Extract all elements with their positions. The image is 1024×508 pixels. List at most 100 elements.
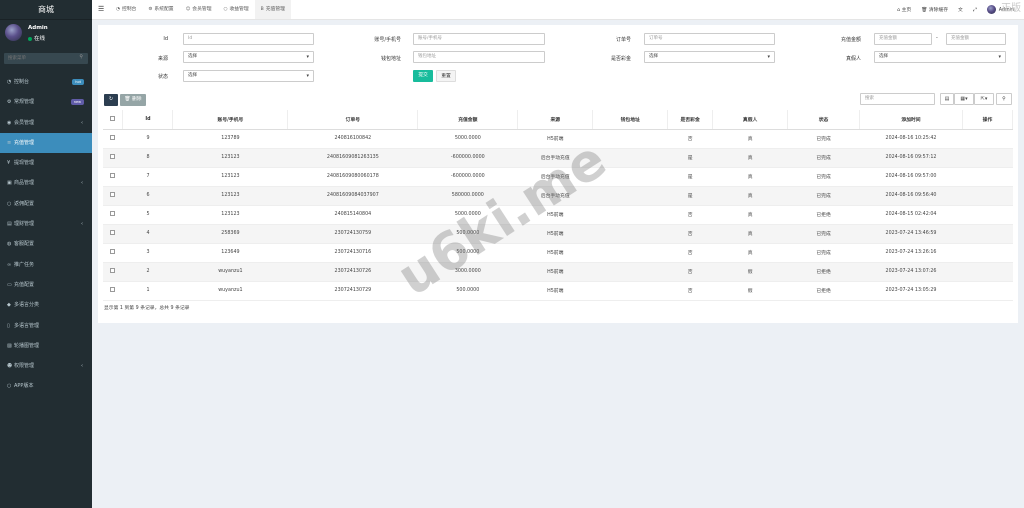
- filter-real-select[interactable]: 选择: [874, 51, 1006, 63]
- filter-id-label: Id: [163, 36, 168, 42]
- table-cell: 真: [712, 186, 788, 206]
- column-header[interactable]: Id: [122, 110, 174, 130]
- user-status-label: 在线: [34, 36, 46, 42]
- brand-title[interactable]: 商城: [0, 0, 92, 20]
- sidebar-item[interactable]: ◍ 客服配置: [0, 234, 92, 254]
- sidebar-item-label: 多语言管理: [14, 322, 40, 329]
- row-checkbox[interactable]: [110, 192, 116, 197]
- filter-source-select[interactable]: 选择: [183, 51, 314, 63]
- search-icon[interactable]: ⚲: [79, 54, 83, 60]
- filter-order-label: 订单号: [615, 37, 631, 43]
- amount-range-separator: -: [936, 35, 938, 41]
- sidebar-item[interactable]: ▭ 充值配置: [0, 275, 92, 295]
- column-header[interactable]: 账号/手机号: [172, 110, 289, 130]
- refresh-icon: ↻: [108, 97, 114, 102]
- menu-toggle-icon[interactable]: ☰: [98, 0, 104, 19]
- table-cell: 5000.0000: [417, 129, 518, 149]
- sidebar-item[interactable]: ◆ 多语言分类: [0, 295, 92, 315]
- select-all-checkbox[interactable]: [110, 115, 116, 121]
- table-cell: [962, 281, 1013, 301]
- toggle-view-icon[interactable]: ▤: [940, 93, 954, 105]
- column-header[interactable]: 订单号: [287, 110, 419, 130]
- sidebar-item[interactable]: ¥ 提现管理: [0, 153, 92, 173]
- table-cell: 真: [712, 129, 788, 149]
- top-navbar: ☰ ◔ 控制台 ⚙ 系统配置 ☺ 会员管理 ○ 收益管理 B 充值管理 ⌂ 主页 🗑 清除缓存 文…: [92, 0, 1024, 20]
- table-cell: 3: [122, 243, 173, 263]
- nav-tab[interactable]: B 充值管理: [254, 0, 291, 19]
- row-checkbox[interactable]: [110, 211, 116, 216]
- filter-amount-min-input[interactable]: 充值金额: [874, 33, 932, 45]
- link-icon: ∞: [7, 261, 12, 268]
- table-cell: 240816100842: [287, 129, 418, 149]
- column-header[interactable]: 充值金额: [417, 110, 519, 130]
- sidebar-item[interactable]: ◉ 会员管理 ‹: [0, 113, 92, 133]
- nav-tab[interactable]: ☺ 会员管理: [180, 0, 218, 19]
- row-checkbox[interactable]: [110, 135, 116, 140]
- table-cell: 假: [712, 281, 788, 301]
- column-header[interactable]: 操作: [962, 110, 1014, 130]
- corner-mark: 正版: [1001, 3, 1021, 14]
- refresh-button[interactable]: ↻: [104, 94, 118, 106]
- export-dropdown-icon[interactable]: ⇱▾: [974, 93, 994, 105]
- sidebar-item-label: 充值管理: [14, 139, 35, 146]
- row-checkbox[interactable]: [110, 268, 116, 273]
- fullscreen-icon[interactable]: ⤢: [973, 7, 977, 13]
- column-header[interactable]: 钱包地址: [592, 110, 669, 130]
- sidebar-item[interactable]: ▯ 多语言管理: [0, 316, 92, 336]
- sidebar-item[interactable]: ○ APP版本: [0, 376, 92, 396]
- sidebar-item[interactable]: ⚙ 常规管理 new: [0, 92, 92, 112]
- column-header[interactable]: 来源: [517, 110, 594, 130]
- row-select-cell: [103, 167, 123, 187]
- nav-tab[interactable]: ○ 收益管理: [218, 0, 255, 19]
- row-checkbox[interactable]: [110, 173, 116, 178]
- column-header[interactable]: 真假人: [712, 110, 789, 130]
- clear-cache-button[interactable]: 🗑 清除缓存: [921, 6, 948, 13]
- sidebar-search-input[interactable]: [4, 53, 88, 64]
- delete-button[interactable]: 🗑 删除: [120, 94, 146, 106]
- sidebar-item[interactable]: ▨ 轮播图管理: [0, 336, 92, 356]
- advanced-search-icon[interactable]: ⚲: [996, 93, 1012, 105]
- table-row: 2 wuyanzu1 230724130726 3000.0000 H5前端否假已拒绝 2…: [103, 262, 1013, 282]
- table-search-input[interactable]: 搜索: [860, 93, 935, 105]
- nav-tab[interactable]: ⚙ 系统配置: [142, 0, 179, 19]
- sidebar-item[interactable]: ∞ 推广任务: [0, 255, 92, 275]
- table-row: 1 wuyanzu1 230724130729 500.0000 H5前端否假已拒绝 20…: [103, 281, 1013, 301]
- cogs-icon: ⚙: [7, 99, 12, 106]
- filter-amount-max-input[interactable]: 充值金额: [946, 33, 1006, 45]
- columns-dropdown-icon[interactable]: ▦▾: [954, 93, 974, 105]
- table-cell: 已拒绝: [787, 205, 860, 225]
- nav-tab[interactable]: ◔ 控制台: [110, 0, 142, 19]
- reset-button[interactable]: 重置: [436, 70, 456, 82]
- sidebar-item-label: 控制台: [14, 79, 30, 85]
- filter-wallet-input[interactable]: 钱包地址: [413, 51, 545, 63]
- sidebar-item[interactable]: ☻ 权限管理 ‹: [0, 356, 92, 376]
- table-cell: 真: [712, 167, 788, 187]
- row-checkbox[interactable]: [110, 287, 116, 292]
- language-icon[interactable]: 文: [958, 6, 963, 13]
- row-select-cell: [103, 129, 123, 149]
- filter-status-select[interactable]: 选择: [183, 70, 314, 82]
- row-checkbox[interactable]: [110, 230, 116, 235]
- sidebar-item[interactable]: ◔ 控制台 hot: [0, 72, 92, 92]
- filter-status-label: 状态: [157, 74, 168, 80]
- column-header[interactable]: 是否彩金: [667, 110, 714, 130]
- home-link[interactable]: ⌂ 主页: [897, 6, 911, 13]
- nav-tab-label: 充值管理: [265, 7, 285, 12]
- submit-button[interactable]: 提交: [413, 70, 433, 82]
- users-icon: ☻: [7, 363, 13, 370]
- filter-id-input[interactable]: Id: [183, 33, 314, 45]
- filter-order-input[interactable]: 订单号: [644, 33, 775, 45]
- menu-badge: new: [70, 99, 84, 106]
- filter-account-input[interactable]: 账号/手机号: [413, 33, 545, 45]
- column-header[interactable]: 添加时间: [859, 110, 963, 130]
- sidebar-item[interactable]: ▤ 理财管理 ‹: [0, 214, 92, 234]
- sidebar-item[interactable]: ≡ 充值管理: [0, 132, 92, 154]
- column-header[interactable]: 状态: [787, 110, 861, 130]
- list-icon: ≡: [7, 139, 12, 146]
- filter-bonus-select[interactable]: 选择: [644, 51, 775, 63]
- sidebar-item[interactable]: ○ 返佣配置: [0, 194, 92, 214]
- row-checkbox[interactable]: [110, 154, 116, 159]
- sidebar-item[interactable]: ▣ 商品管理 ‹: [0, 173, 92, 193]
- table-cell: 258369: [172, 224, 288, 244]
- row-checkbox[interactable]: [110, 249, 116, 254]
